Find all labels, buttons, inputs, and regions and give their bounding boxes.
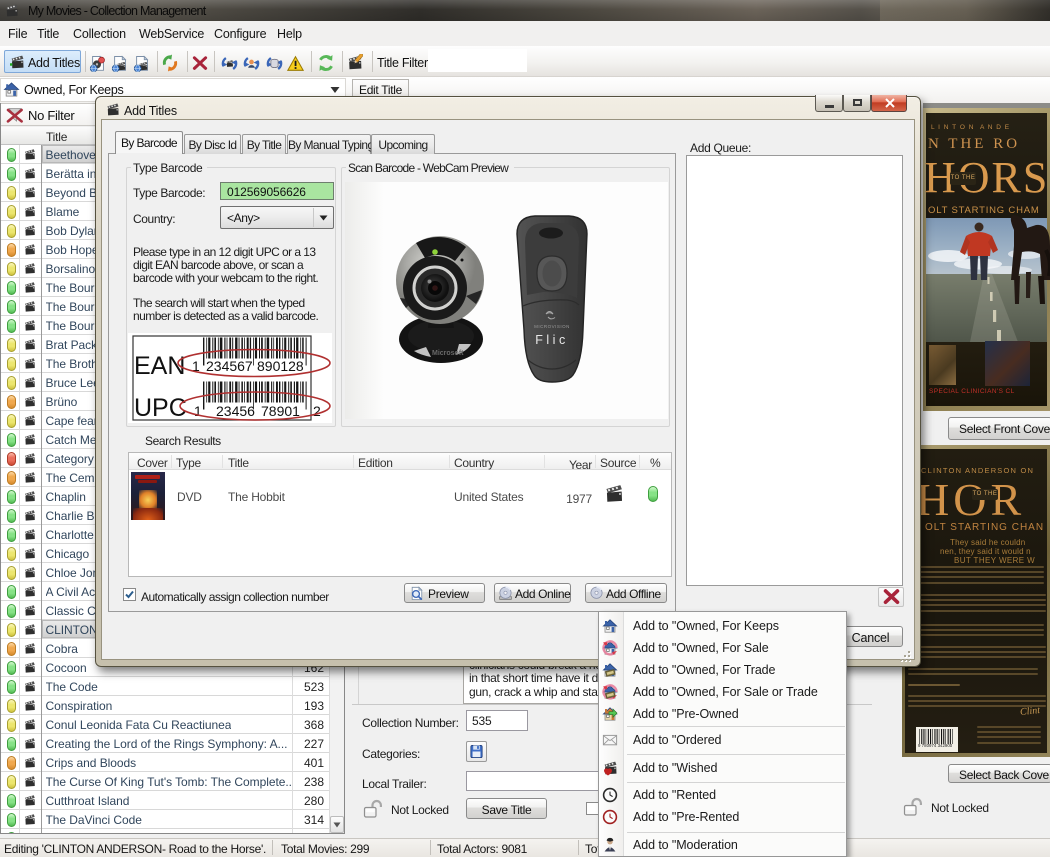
svg-text:234567: 234567 [206,358,253,374]
svg-text:78901: 78901 [261,403,300,419]
svg-text:UPC: UPC [134,394,187,422]
svg-text:MICROVISION: MICROVISION [534,324,570,329]
svg-text:Microsoft: Microsoft [432,350,464,357]
svg-text:890128: 890128 [257,358,304,374]
svg-text:23456: 23456 [216,403,255,419]
svg-text:Flic: Flic [535,333,568,347]
svg-text:EAN: EAN [134,352,185,380]
svg-text:2: 2 [313,403,321,419]
svg-text:1: 1 [194,403,202,419]
